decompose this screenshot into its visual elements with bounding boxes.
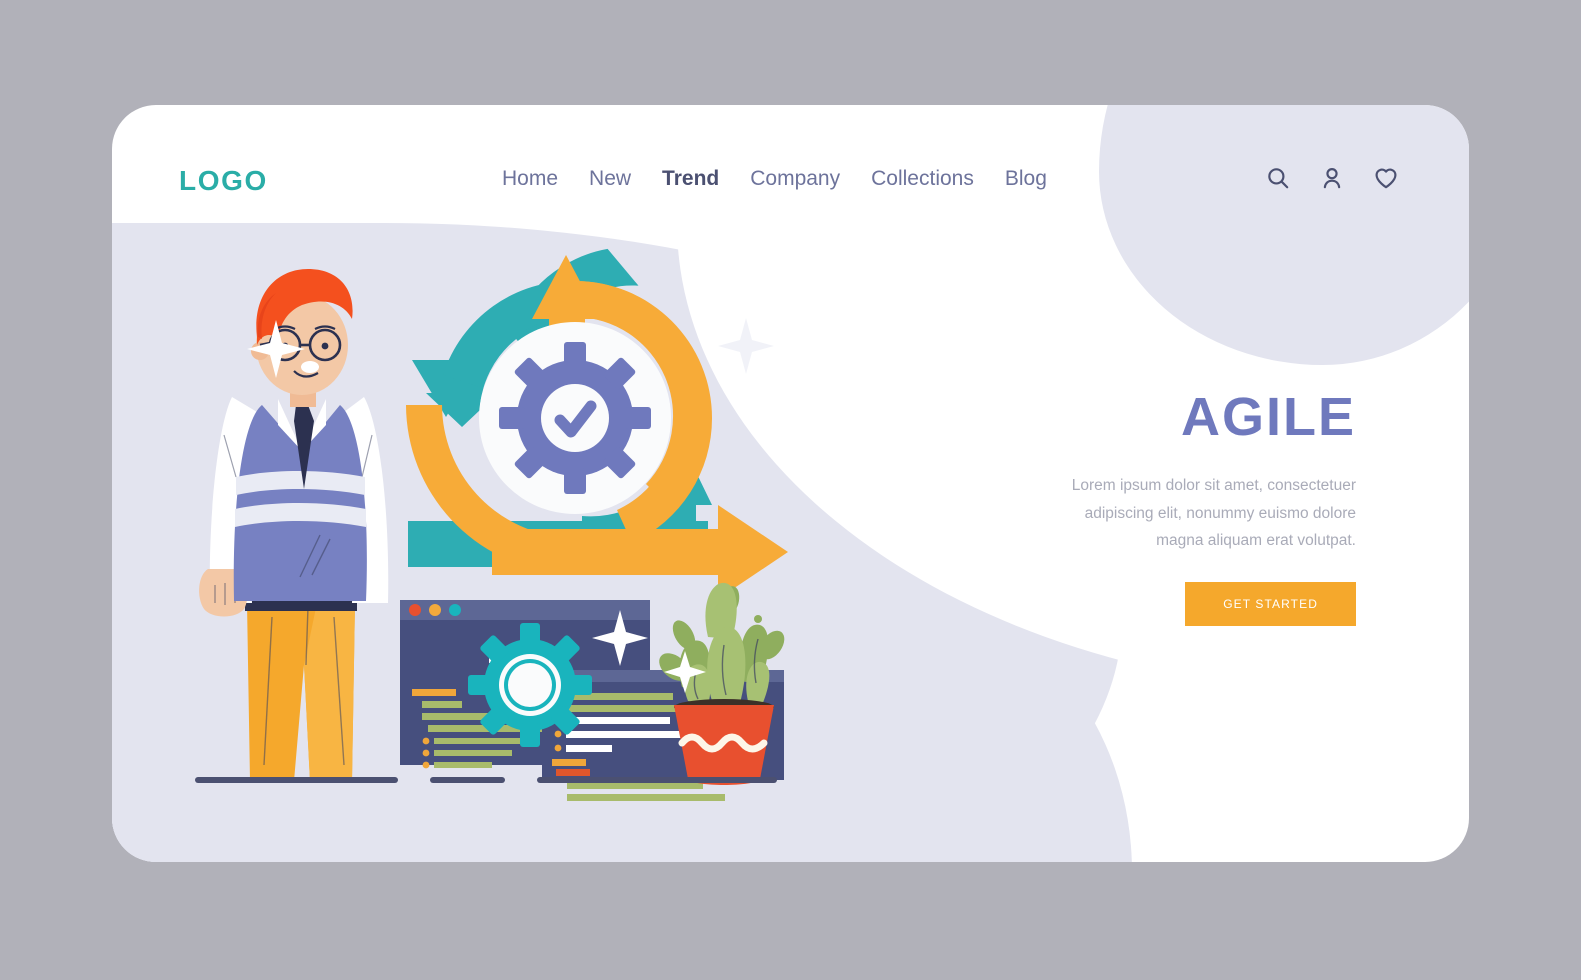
search-icon[interactable]	[1263, 163, 1293, 193]
hero-section: AGILE Lorem ipsum dolor sit amet, consec…	[1036, 390, 1356, 626]
site-header: LOGO Home New Trend Company Collections …	[112, 105, 1469, 265]
logo[interactable]: LOGO	[179, 165, 268, 197]
teal-gear	[468, 623, 592, 747]
nav-item-blog[interactable]: Blog	[1005, 167, 1047, 191]
nav-item-trend[interactable]: Trend	[662, 167, 719, 191]
nav-item-new[interactable]: New	[589, 167, 631, 191]
header-actions	[1263, 163, 1401, 193]
ground-line	[430, 777, 505, 783]
ground-line	[195, 777, 398, 783]
nav-item-company[interactable]: Company	[750, 167, 840, 191]
code-window-right-lines	[567, 782, 725, 801]
get-started-button[interactable]: GET STARTED	[1185, 581, 1356, 626]
hero-description: Lorem ipsum dolor sit amet, consectetuer…	[1071, 477, 1356, 550]
ground-lines	[195, 777, 777, 783]
ground-line	[537, 777, 777, 783]
main-navigation: Home New Trend Company Collections Blog	[502, 167, 1047, 191]
heart-icon[interactable]	[1371, 163, 1401, 193]
nav-item-collections[interactable]: Collections	[871, 167, 974, 191]
screenshot-stage: </>	[0, 0, 1581, 980]
gear-check-icon	[499, 342, 651, 494]
developer-character	[199, 269, 389, 781]
page-title: AGILE	[1180, 387, 1356, 447]
sparkle-icon	[718, 318, 774, 374]
user-icon[interactable]	[1317, 163, 1347, 193]
landing-page-card: </>	[112, 105, 1469, 862]
nav-item-home[interactable]: Home	[502, 167, 558, 191]
